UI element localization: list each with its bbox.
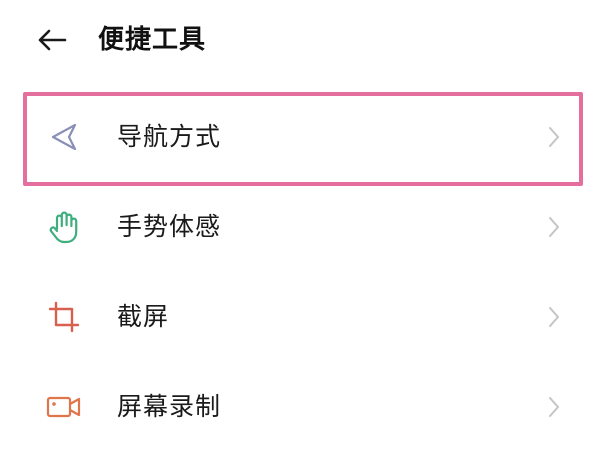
settings-screen: 便捷工具 导航方式 手势体感 截屏 屏幕录制 xyxy=(0,0,600,450)
chevron-right-icon xyxy=(544,305,564,329)
menu-item-gestures[interactable]: 手势体感 xyxy=(0,182,600,272)
menu-item-label: 手势体感 xyxy=(117,212,222,241)
menu-item-label: 截屏 xyxy=(117,302,170,331)
navigation-arrow-icon xyxy=(46,119,82,155)
header-bar: 便捷工具 xyxy=(0,0,600,80)
chevron-right-icon xyxy=(544,395,564,419)
video-camera-icon xyxy=(46,389,82,425)
hand-gesture-icon xyxy=(46,209,82,245)
back-arrow-icon xyxy=(38,29,67,51)
chevron-right-icon xyxy=(544,215,564,239)
chevron-right-icon xyxy=(544,125,564,149)
crop-icon xyxy=(46,299,82,335)
back-button[interactable] xyxy=(28,22,76,58)
menu-item-screen-recording[interactable]: 屏幕录制 xyxy=(0,362,600,450)
menu-item-navigation-mode[interactable]: 导航方式 xyxy=(0,92,600,182)
menu-list: 导航方式 手势体感 截屏 屏幕录制 xyxy=(0,92,600,450)
page-title: 便捷工具 xyxy=(98,25,207,55)
menu-item-screenshot[interactable]: 截屏 xyxy=(0,272,600,362)
menu-item-label: 屏幕录制 xyxy=(117,392,222,421)
menu-item-label: 导航方式 xyxy=(117,122,222,151)
